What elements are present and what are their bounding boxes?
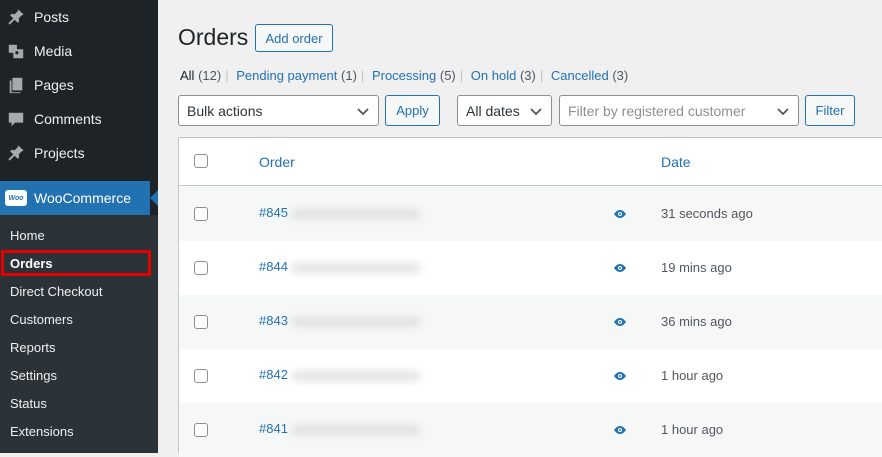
media-icon [6, 41, 26, 61]
table-row[interactable]: #841 1 hour ago [179, 403, 882, 457]
row-checkbox[interactable] [194, 315, 208, 329]
sidebar-item-media[interactable]: Media [0, 34, 158, 68]
redacted-customer-name [291, 425, 421, 435]
sidebar-item-projects[interactable]: Projects [0, 136, 158, 170]
bulk-actions-value: Bulk actions [187, 102, 263, 119]
apply-button[interactable]: Apply [385, 95, 440, 126]
status-count: (3) [612, 68, 629, 83]
date-filter-value: All dates [466, 102, 520, 119]
sidebar-item-woocommerce[interactable]: Woo WooCommerce [0, 181, 150, 215]
page-title: Orders [178, 24, 249, 50]
bulk-actions-select[interactable]: Bulk actions [178, 95, 379, 126]
order-date: 31 seconds ago [661, 206, 753, 221]
sidebar-item-label: WooCommerce [34, 190, 131, 206]
redacted-customer-name [291, 263, 421, 273]
order-link[interactable]: #845 [259, 205, 288, 220]
chevron-down-icon [529, 104, 543, 118]
submenu-item-reports[interactable]: Reports [10, 338, 56, 358]
woocommerce-logo-icon: Woo [5, 190, 27, 206]
sidebar-item-label: Posts [34, 9, 70, 25]
order-link[interactable]: #843 [259, 313, 288, 328]
order-date: 1 hour ago [661, 422, 724, 437]
comment-icon [6, 109, 26, 129]
customer-filter-placeholder: Filter by registered customer [568, 102, 746, 119]
column-header-order[interactable]: Order [259, 154, 295, 170]
table-row[interactable]: #845 31 seconds ago [179, 187, 882, 241]
status-filter-on-hold[interactable]: On hold [471, 68, 517, 83]
order-date: 36 mins ago [661, 314, 732, 329]
separator: | [539, 68, 544, 83]
order-date: 19 mins ago [661, 260, 732, 275]
eye-icon[interactable] [613, 261, 627, 273]
admin-sidebar: Posts Media Pages Comments Projects Woo … [0, 0, 158, 453]
row-checkbox[interactable] [194, 207, 208, 221]
submenu-item-extensions[interactable]: Extensions [10, 422, 74, 442]
add-order-button[interactable]: Add order [255, 24, 333, 52]
table-row[interactable]: #844 19 mins ago [179, 241, 882, 295]
status-filter-pending-payment[interactable]: Pending payment [236, 68, 337, 83]
eye-icon[interactable] [613, 369, 627, 381]
redacted-customer-name [291, 317, 421, 327]
status-count: (12) [198, 68, 222, 83]
redacted-customer-name [291, 371, 421, 381]
submenu-item-customers[interactable]: Customers [10, 310, 73, 330]
chevron-down-icon [776, 104, 790, 118]
pages-icon [6, 75, 26, 95]
orders-highlight-box [1, 250, 151, 276]
status-count: (3) [519, 68, 536, 83]
table-row[interactable]: #842 1 hour ago [179, 349, 882, 403]
table-row[interactable]: #843 36 mins ago [179, 295, 882, 349]
row-checkbox[interactable] [194, 369, 208, 383]
submenu-item-direct-checkout[interactable]: Direct Checkout [10, 282, 102, 302]
date-filter-select[interactable]: All dates [457, 95, 552, 126]
sidebar-item-pages[interactable]: Pages [0, 68, 158, 102]
row-checkbox[interactable] [194, 261, 208, 275]
pin-icon [6, 143, 26, 163]
order-link[interactable]: #842 [259, 367, 288, 382]
redacted-customer-name [291, 209, 421, 219]
separator: | [225, 68, 229, 83]
column-header-date[interactable]: Date [661, 154, 691, 170]
status-filter-cancelled[interactable]: Cancelled [551, 68, 609, 83]
order-link[interactable]: #841 [259, 421, 288, 436]
eye-icon[interactable] [613, 207, 627, 219]
orders-table: Order Date #845 31 seconds ago #844 19 m… [178, 137, 882, 457]
current-menu-arrow [150, 190, 158, 206]
chevron-down-icon [356, 104, 370, 118]
separator: | [360, 68, 365, 83]
row-checkbox[interactable] [194, 423, 208, 437]
order-date: 1 hour ago [661, 368, 724, 383]
eye-icon[interactable] [613, 315, 627, 327]
submenu-item-home[interactable]: Home [10, 226, 45, 246]
sidebar-item-label: Pages [34, 77, 74, 93]
sidebar-item-comments[interactable]: Comments [0, 102, 158, 136]
pin-icon [6, 7, 26, 27]
status-count: (1) [341, 68, 357, 83]
sidebar-item-posts[interactable]: Posts [0, 0, 158, 34]
separator: | [459, 68, 464, 83]
sidebar-item-label: Comments [34, 111, 102, 127]
submenu-item-status[interactable]: Status [10, 394, 47, 414]
submenu-item-settings[interactable]: Settings [10, 366, 57, 386]
select-all-checkbox[interactable] [194, 154, 208, 168]
status-count: (5) [439, 68, 456, 83]
order-link[interactable]: #844 [259, 259, 288, 274]
eye-icon[interactable] [613, 423, 627, 435]
sidebar-item-label: Media [34, 43, 73, 59]
table-header: Order Date [179, 138, 882, 186]
customer-filter-select[interactable]: Filter by registered customer [559, 95, 799, 126]
status-filter-all[interactable]: All [180, 68, 194, 83]
status-filter-links: All (12) | Pending payment (1) | Processin… [180, 68, 628, 83]
status-filter-processing[interactable]: Processing [372, 68, 436, 83]
sidebar-item-label: Projects [34, 145, 85, 161]
filter-button[interactable]: Filter [805, 95, 855, 126]
